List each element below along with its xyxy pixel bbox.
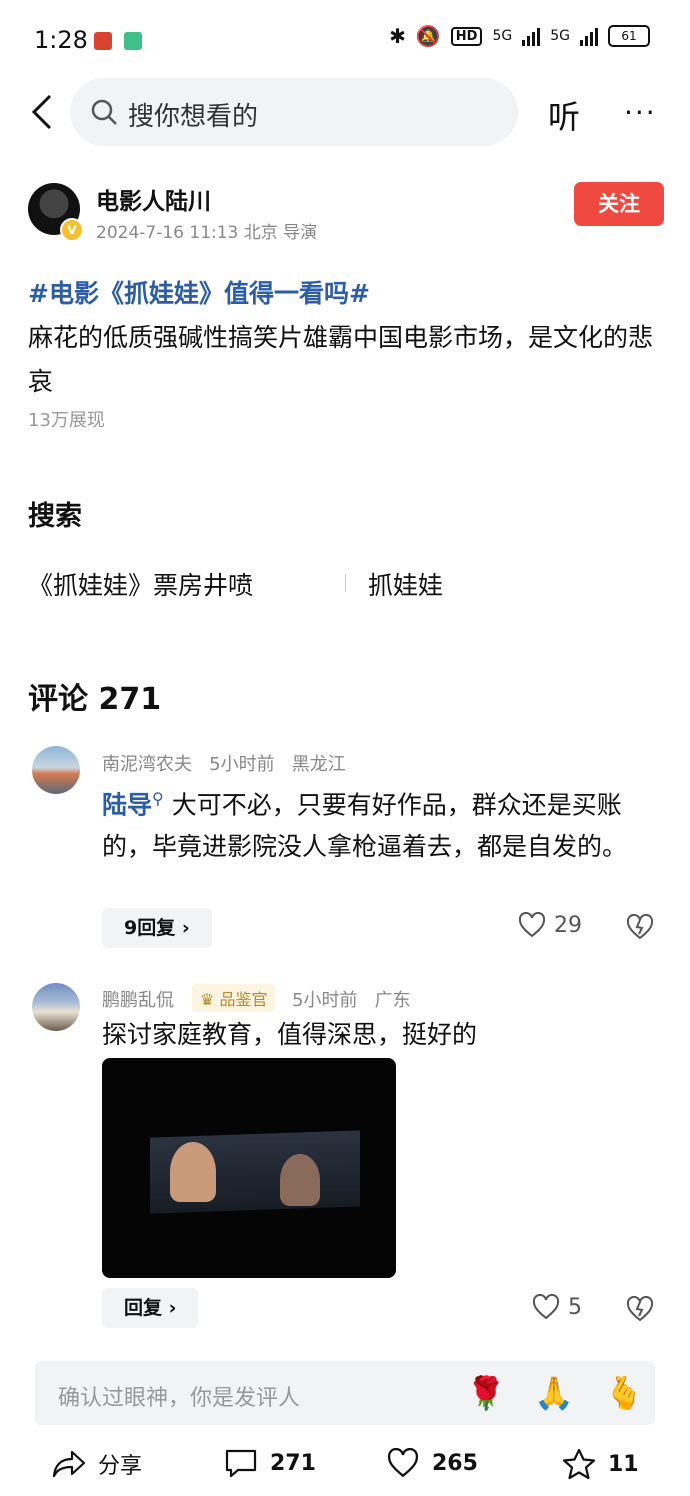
comment-body: 探讨家庭教育，值得深思，挺好的 (102, 1020, 478, 1049)
comment-location: 广东 (374, 990, 411, 1011)
comment-input-placeholder[interactable]: 确认过眼神，你是发评人 (58, 1380, 300, 1412)
comment-time: 5小时前 (292, 990, 358, 1011)
badge-icon: ♛ (200, 990, 215, 1009)
network-label: 5G (492, 28, 513, 44)
hd-icon: HD (450, 26, 483, 46)
badge-label: 品鉴官 (219, 990, 268, 1009)
comment-meta: 南泥湾农夫 5小时前 黑龙江 (102, 750, 346, 776)
comment-text: 陆导⚲ 大可不必，只要有好作品，群众还是买账的，毕竟进影院没人拿枪逼着去，都是自… (102, 778, 658, 868)
like-count: 265 (432, 1450, 478, 1476)
topic-link[interactable]: #电影《抓娃娃》值得一看吗# (28, 274, 370, 310)
dislike-icon[interactable] (626, 1296, 654, 1322)
actor-figure (170, 1142, 216, 1202)
search-suggestion[interactable]: 《抓娃娃》票房井喷 (28, 566, 253, 602)
signal-icon (580, 26, 598, 46)
comments-title: 评论 271 (28, 682, 162, 717)
bluetooth-icon: ✱ (389, 24, 406, 48)
status-indicators: ✱ 🔕 HD 5G 5G 61 (389, 24, 650, 48)
heart-hands-emoji-button[interactable]: 🫰 (604, 1374, 644, 1412)
app-notification-icon (124, 32, 142, 50)
actor-figure (280, 1154, 320, 1206)
comment-video-thumbnail[interactable] (102, 1058, 396, 1278)
comment-meta: 5小时前 广东 (292, 986, 411, 1012)
app-notification-icon (94, 32, 112, 50)
follow-button[interactable]: 关注 (574, 182, 664, 226)
like-count: 29 (554, 912, 582, 938)
reply-button[interactable]: 回复 › (102, 1288, 199, 1328)
commenter-name[interactable]: 鹏鹏乱侃 (102, 986, 174, 1012)
like-post-button[interactable]: 265 (386, 1448, 478, 1478)
like-button[interactable]: 29 (518, 912, 582, 938)
share-label: 分享 (98, 1454, 143, 1479)
rose-emoji-button[interactable]: 🌹 (466, 1374, 506, 1412)
commenter-name[interactable]: 南泥湾农夫 (102, 754, 192, 775)
back-icon[interactable] (28, 92, 58, 132)
author-name[interactable]: 电影人陆川 (96, 182, 211, 216)
post-body: 麻花的低质强碱性搞笑片雄霸中国电影市场，是文化的悲哀 (28, 323, 654, 396)
pray-emoji-button[interactable]: 🙏 (534, 1374, 574, 1412)
like-button[interactable]: 5 (532, 1294, 582, 1320)
verified-icon: V (60, 218, 84, 242)
status-time: 1:28 (34, 26, 88, 54)
network-label: 5G (550, 28, 570, 44)
battery-icon: 61 (608, 25, 650, 47)
comment-body: 大可不必，只要有好作品，群众还是买账的，毕竟进影院没人拿枪逼着去，都是自发的。 (102, 790, 628, 862)
favorite-count: 11 (608, 1451, 639, 1477)
heart-icon (518, 912, 546, 938)
view-count: 13万展现 (28, 410, 105, 431)
search-placeholder[interactable]: 搜你想看的 (128, 96, 258, 133)
search-suggestion[interactable]: 抓娃娃 (368, 566, 443, 602)
heart-icon (532, 1294, 560, 1320)
search-icon: ⚲ (152, 789, 164, 808)
commenter-avatar[interactable] (32, 746, 80, 794)
search-icon (91, 99, 117, 125)
share-button[interactable]: 分享 (52, 1448, 142, 1480)
comment-button[interactable]: 271 (224, 1448, 316, 1478)
more-icon[interactable]: ··· (624, 96, 657, 129)
reply-button[interactable]: 9回复 › (102, 908, 212, 948)
comment-location: 黑龙江 (291, 754, 346, 775)
mention-link[interactable]: 陆导 (102, 790, 152, 819)
star-icon (562, 1448, 596, 1480)
dislike-icon[interactable] (626, 914, 654, 940)
mute-icon: 🔕 (415, 24, 441, 48)
favorite-button[interactable]: 11 (562, 1448, 639, 1480)
heart-icon (387, 1448, 419, 1478)
signal-icon (522, 26, 541, 46)
comment-icon (225, 1449, 257, 1478)
commenter-avatar[interactable] (32, 983, 80, 1031)
comment-count: 271 (270, 1450, 316, 1476)
search-section-title: 搜索 (28, 501, 82, 532)
share-icon (52, 1450, 86, 1478)
reviewer-badge: ♛ 品鉴官 (192, 984, 276, 1012)
like-count: 5 (568, 1294, 582, 1320)
comment-time: 5小时前 (209, 754, 275, 775)
post-meta: 2024-7-16 11:13 北京 导演 (96, 223, 318, 243)
listen-button[interactable]: 听 (548, 92, 580, 138)
divider (345, 574, 346, 592)
